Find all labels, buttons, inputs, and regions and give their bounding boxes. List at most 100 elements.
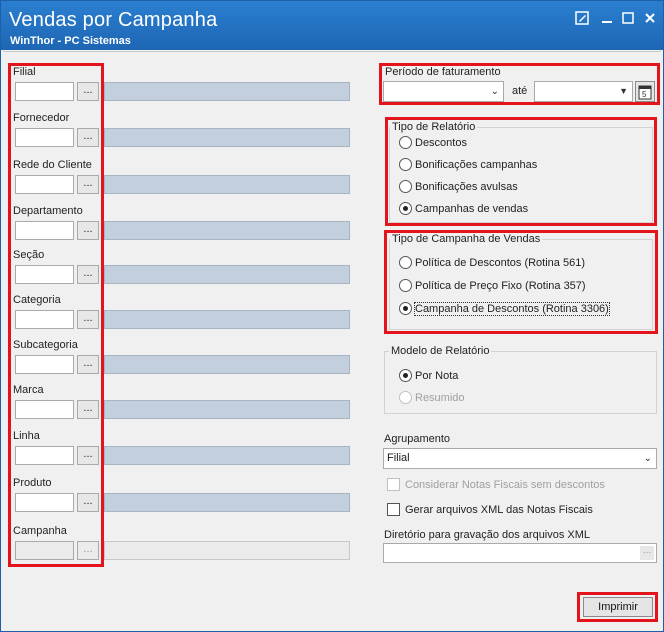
filter-code-input-marca[interactable] (15, 400, 74, 419)
filter-search-button-campanha[interactable]: ... (77, 541, 99, 560)
radio-circle-icon (399, 369, 412, 382)
filter-search-button-departamento[interactable]: ... (77, 221, 99, 240)
checkbox-box (387, 478, 400, 491)
minimize-icon[interactable] (600, 11, 614, 25)
browse-dots-icon[interactable]: ... (640, 546, 654, 560)
radio-option[interactable]: Política de Descontos (Rotina 561) (399, 256, 585, 269)
filter-search-button-secao[interactable]: ... (77, 265, 99, 284)
radio-circle-icon (399, 256, 412, 269)
radio-circle-icon (399, 279, 412, 292)
filter-code-input-rede-do-cliente[interactable] (15, 175, 74, 194)
radio-option[interactable]: Descontos (399, 136, 467, 149)
app-window: Vendas por Campanha WinThor - PC Sistema… (0, 0, 664, 632)
radio-label: Bonificações avulsas (415, 180, 518, 193)
radio-option[interactable]: Resumido (399, 391, 465, 404)
filter-label-categoria: Categoria (13, 294, 61, 306)
window-subtitle: WinThor - PC Sistemas (10, 35, 131, 47)
filter-search-button-rede-do-cliente[interactable]: ... (77, 175, 99, 194)
filter-label-linha: Linha (13, 430, 40, 442)
filter-label-produto: Produto (13, 477, 52, 489)
filter-description-field-linha (104, 446, 350, 465)
radio-option[interactable]: Bonificações campanhas (399, 158, 537, 171)
filter-search-button-produto[interactable]: ... (77, 493, 99, 512)
periodo-end-field[interactable]: ▼ (534, 81, 633, 102)
filter-description-field-secao (104, 265, 350, 284)
checkbox-box (387, 503, 400, 516)
filter-code-input-categoria[interactable] (15, 310, 74, 329)
filter-label-subcategoria: Subcategoria (13, 339, 78, 351)
considerar-notas-checkbox[interactable]: Considerar Notas Fiscais sem descontos (387, 478, 605, 491)
caret-down-icon: ▼ (619, 86, 628, 96)
gerar-xml-label: Gerar arquivos XML das Notas Fiscais (405, 503, 593, 516)
filter-code-input-secao[interactable] (15, 265, 74, 284)
filter-label-fornecedor: Fornecedor (13, 112, 70, 124)
radio-circle-icon (399, 202, 412, 215)
filter-search-button-fornecedor[interactable]: ... (77, 128, 99, 147)
filter-description-field-rede-do-cliente (104, 175, 350, 194)
filter-search-button-marca[interactable]: ... (77, 400, 99, 419)
radio-option[interactable]: Por Nota (399, 369, 458, 382)
edit-icon[interactable] (575, 11, 589, 25)
filter-search-button-subcategoria[interactable]: ... (77, 355, 99, 374)
radio-option[interactable]: Campanhas de vendas (399, 202, 528, 215)
filter-code-input-fornecedor[interactable] (15, 128, 74, 147)
tipo-relatorio-label: Tipo de Relatório (390, 121, 478, 133)
periodo-start-field[interactable]: ⌄ (383, 81, 504, 102)
filter-description-field-filial (104, 82, 350, 101)
radio-circle-icon (399, 391, 412, 404)
periodo-label: Período de faturamento (385, 66, 501, 78)
filter-code-input-filial[interactable] (15, 82, 74, 101)
filter-label-filial: Filial (13, 66, 36, 78)
filter-code-input-subcategoria[interactable] (15, 355, 74, 374)
radio-label: Campanha de Descontos (Rotina 3306) (414, 301, 610, 316)
radio-circle-icon (399, 302, 412, 315)
gerar-xml-checkbox[interactable]: Gerar arquivos XML das Notas Fiscais (387, 503, 593, 516)
modelo-relatorio-group (384, 351, 657, 414)
filter-description-field-marca (104, 400, 350, 419)
filter-search-button-linha[interactable]: ... (77, 446, 99, 465)
tipo-campanha-label: Tipo de Campanha de Vendas (390, 233, 543, 245)
radio-label: Política de Descontos (Rotina 561) (415, 256, 585, 269)
filter-description-field-fornecedor (104, 128, 350, 147)
radio-label: Por Nota (415, 369, 459, 382)
filter-label-rede-do-cliente: Rede do Cliente (13, 159, 92, 171)
agrupamento-select[interactable]: Filial ⌄ (383, 448, 657, 469)
maximize-icon[interactable] (621, 11, 635, 25)
radio-label: Resumido (415, 391, 465, 404)
svg-text:5: 5 (642, 90, 647, 99)
chevron-down-icon: ⌄ (643, 453, 652, 464)
filter-description-field-produto (104, 493, 350, 512)
modelo-relatorio-label: Modelo de Relatório (389, 345, 492, 357)
title-bar: Vendas por Campanha WinThor - PC Sistema… (1, 1, 663, 50)
diretorio-label: Diretório para gravação dos arquivos XML (384, 529, 591, 541)
considerar-notas-label: Considerar Notas Fiscais sem descontos (405, 478, 605, 491)
filter-search-button-filial[interactable]: ... (77, 82, 99, 101)
calendar-button[interactable]: 5 (635, 81, 655, 102)
filter-description-field-categoria (104, 310, 350, 329)
radio-option[interactable]: Política de Preço Fixo (Rotina 357) (399, 279, 586, 292)
chevron-down-icon: ⌄ (490, 86, 499, 97)
radio-circle-icon (399, 180, 412, 193)
radio-label: Campanhas de vendas (415, 202, 529, 215)
agrupamento-value: Filial (387, 452, 410, 464)
filter-search-button-categoria[interactable]: ... (77, 310, 99, 329)
filter-code-input-produto[interactable] (15, 493, 74, 512)
filter-code-input-linha[interactable] (15, 446, 74, 465)
radio-circle-icon (399, 136, 412, 149)
ate-label: até (512, 85, 528, 97)
filter-label-secao: Seção (13, 249, 45, 261)
radio-label: Bonificações campanhas (415, 158, 538, 171)
filter-label-departamento: Departamento (13, 205, 83, 217)
imprimir-button[interactable]: Imprimir (583, 597, 653, 617)
close-icon[interactable] (643, 11, 657, 25)
filter-description-field-subcategoria (104, 355, 350, 374)
filter-code-input-departamento[interactable] (15, 221, 74, 240)
radio-option[interactable]: Bonificações avulsas (399, 180, 518, 193)
radio-option[interactable]: Campanha de Descontos (Rotina 3306) (399, 301, 610, 316)
agrupamento-label: Agrupamento (384, 433, 451, 445)
filter-code-input-campanha[interactable] (15, 541, 74, 560)
calendar-icon: 5 (638, 85, 652, 100)
diretorio-input[interactable]: ... (383, 543, 657, 563)
window-title: Vendas por Campanha (9, 9, 218, 31)
filter-label-campanha: Campanha (13, 525, 67, 537)
